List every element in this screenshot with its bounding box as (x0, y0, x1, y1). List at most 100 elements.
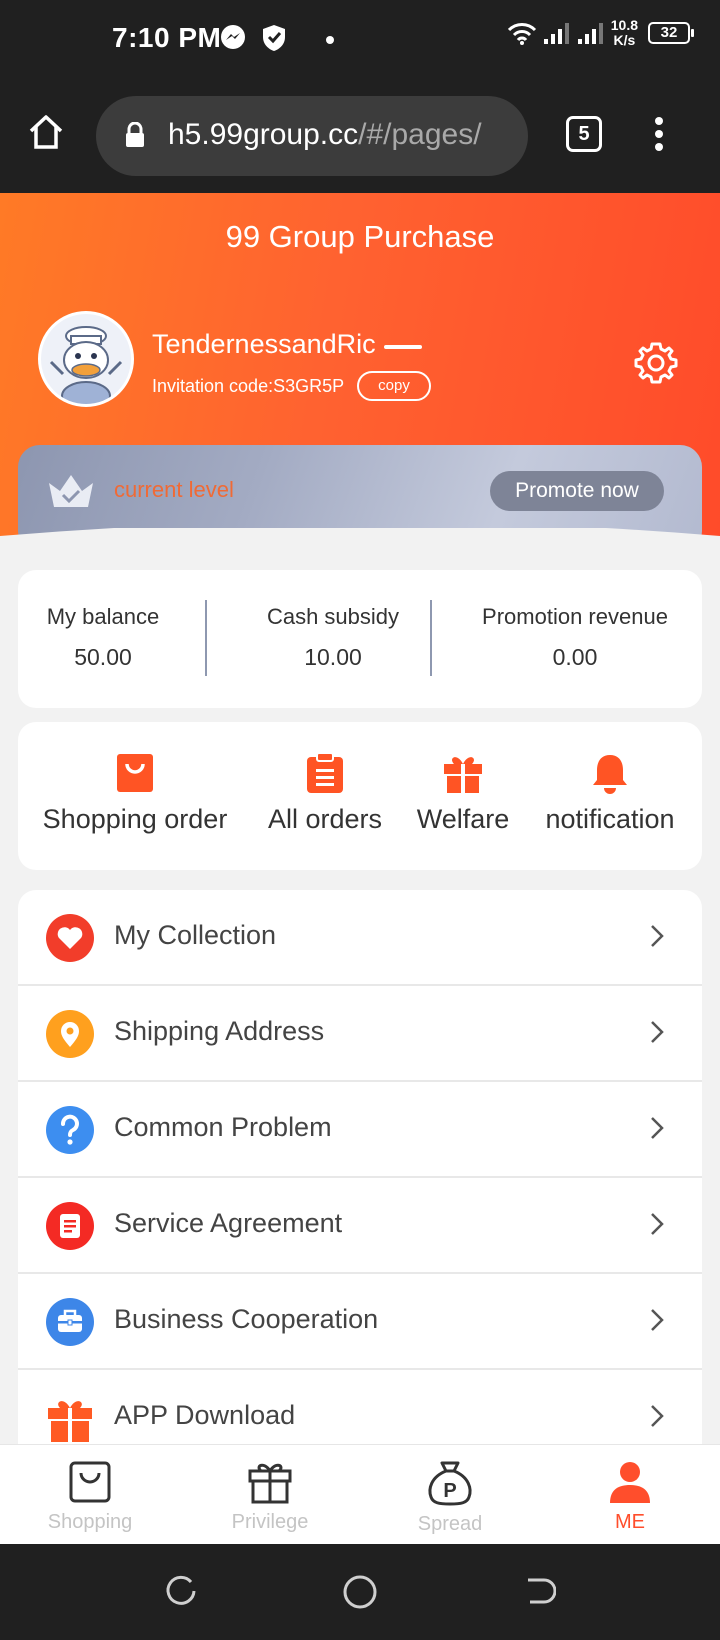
tab-switcher-button[interactable]: 5 (566, 116, 602, 152)
shield-icon (263, 25, 285, 51)
cash-subsidy-value: 10.00 (304, 644, 362, 670)
home-circle-icon[interactable] (342, 1574, 378, 1610)
status-time: 7:10 PM (112, 22, 222, 53)
clipboard-icon (307, 752, 343, 793)
menu-item-business-cooperation[interactable]: Business Cooperation (18, 1274, 702, 1370)
browser-toolbar: h5.99group.cc/#/pages/ 5 (0, 82, 720, 193)
balance-label: My balance (46, 604, 160, 629)
bag-icon (69, 1461, 111, 1503)
quick-link-shopping-order[interactable]: Shopping order (28, 752, 242, 835)
quick-link-label: Shopping order (42, 804, 228, 834)
tab-label: Shopping (47, 1511, 133, 1533)
url-bar[interactable]: h5.99group.cc/#/pages/ (96, 96, 528, 176)
status-bar: 7:10 PM 10.8 K/s 32 (0, 0, 720, 82)
more-menu-icon[interactable] (654, 116, 664, 152)
tab-me[interactable]: ME (540, 1459, 720, 1534)
menu-item-label: APP Download (114, 1400, 296, 1430)
battery-indicator: 32 (648, 22, 694, 44)
menu-item-label: Common Problem (114, 1112, 332, 1142)
invitation-code: Invitation code:S3GR5P (152, 376, 345, 396)
settings-gear-icon[interactable] (634, 341, 678, 385)
heart-icon (46, 914, 94, 962)
menu-list: My Collection Shipping Address Common Pr… (18, 890, 702, 1466)
menu-item-label: My Collection (114, 920, 277, 950)
page-title: 99 Group Purchase (225, 219, 495, 254)
current-level-label: current level (114, 477, 234, 502)
chevron-right-icon (651, 1021, 664, 1043)
quick-link-notification[interactable]: notification (528, 752, 692, 835)
back-icon[interactable] (522, 1574, 556, 1608)
lock-icon (126, 122, 144, 147)
quick-link-label: Welfare (416, 804, 510, 834)
url-path: /#/pages/ (358, 118, 482, 151)
tab-shopping[interactable]: Shopping (0, 1459, 180, 1534)
document-icon (46, 1202, 94, 1250)
network-speed-unit: K/s (613, 32, 636, 48)
shopping-bag-icon (117, 754, 153, 792)
promotion-revenue-label: Promotion revenue (482, 604, 668, 629)
menu-item-service-agreement[interactable]: Service Agreement (18, 1178, 702, 1274)
gift-icon (444, 757, 482, 793)
cash-subsidy-label: Cash subsidy (266, 604, 400, 629)
balance-value: 50.00 (74, 644, 132, 670)
chevron-right-icon (651, 1405, 664, 1427)
quick-link-welfare[interactable]: Welfare (398, 752, 528, 835)
copy-button[interactable]: copy (357, 371, 431, 401)
url-host: h5.99group.cc (168, 118, 359, 151)
menu-item-label: Shipping Address (114, 1016, 325, 1046)
url-text: h5.99group.cc/#/pages/ (168, 118, 482, 152)
menu-item-label: Business Cooperation (114, 1304, 379, 1334)
signal-icon (543, 23, 569, 44)
duck-avatar-icon (41, 314, 131, 404)
person-icon (610, 1462, 650, 1503)
promotion-revenue-value: 0.00 (552, 644, 598, 670)
balance-my-balance[interactable]: My balance 50.00 (18, 604, 188, 671)
divider (430, 600, 432, 676)
balance-card: My balance 50.00 Cash subsidy 10.00 Prom… (18, 570, 702, 708)
network-speed: 10.8 K/s (611, 18, 638, 48)
menu-item-my-collection[interactable]: My Collection (18, 890, 702, 986)
tab-label: ME (615, 1511, 645, 1533)
system-navigation-bar (0, 1544, 720, 1640)
network-speed-value: 10.8 (610, 17, 638, 33)
quick-link-label: All orders (267, 804, 383, 834)
wifi-icon (507, 23, 536, 45)
promote-now-button[interactable]: Promote now (490, 471, 664, 511)
status-right: 10.8 K/s 32 (507, 18, 694, 48)
balance-cash-subsidy[interactable]: Cash subsidy 10.00 (218, 604, 448, 671)
chevron-right-icon (651, 1117, 664, 1139)
header-curve (0, 528, 720, 568)
question-icon (46, 1106, 94, 1154)
tab-label: Privilege (231, 1511, 309, 1533)
avatar[interactable] (38, 311, 134, 407)
username-underline (384, 345, 422, 349)
tab-privilege[interactable]: Privilege (180, 1459, 360, 1534)
chevron-right-icon (651, 1213, 664, 1235)
profile-header: 99 Group Purchase TendernessandRic Invit… (0, 193, 720, 553)
tab-spread[interactable]: P Spread (360, 1459, 540, 1536)
chevron-right-icon (651, 1309, 664, 1331)
tab-label: Spread (417, 1513, 483, 1535)
home-icon[interactable] (28, 114, 64, 150)
signal-icon-2 (577, 23, 603, 44)
menu-item-common-problem[interactable]: Common Problem (18, 1082, 702, 1178)
briefcase-icon (46, 1298, 94, 1346)
bottom-tab-bar: Shopping Privilege P Spread ME (0, 1444, 720, 1544)
gift-outline-icon (248, 1463, 292, 1504)
divider (205, 600, 207, 676)
recent-apps-icon[interactable] (164, 1574, 198, 1608)
svg-text:P: P (443, 1480, 456, 1502)
username: TendernessandRic (152, 329, 376, 359)
chevron-right-icon (651, 925, 664, 947)
balance-promotion-revenue[interactable]: Promotion revenue 0.00 (448, 604, 702, 671)
menu-item-label: Service Agreement (114, 1208, 343, 1238)
quick-link-label: notification (545, 804, 675, 834)
menu-item-shipping-address[interactable]: Shipping Address (18, 986, 702, 1082)
quick-links-card: Shopping order All orders Welfare notifi… (18, 722, 702, 870)
bell-icon (593, 755, 627, 794)
crown-icon (49, 475, 93, 507)
messenger-icon (221, 25, 245, 49)
quick-link-all-orders[interactable]: All orders (250, 752, 400, 835)
location-pin-icon (46, 1010, 94, 1058)
money-bag-icon: P (428, 1461, 472, 1506)
